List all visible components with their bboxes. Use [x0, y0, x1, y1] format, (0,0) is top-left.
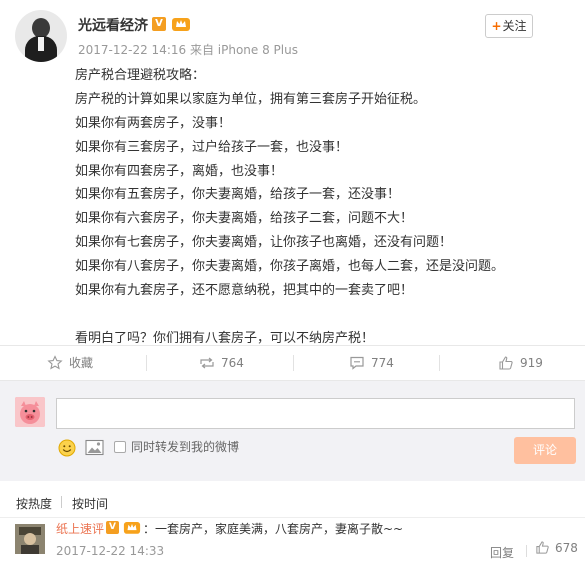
thumbs-up-icon — [499, 356, 513, 370]
post-line: 房产税的计算如果以家庭为单位，拥有第三套房子开始征税。 — [75, 91, 427, 107]
reply-button[interactable]: 回复 — [490, 544, 514, 561]
person-avatar-icon — [15, 524, 45, 554]
repost-button[interactable]: 764 — [199, 346, 244, 380]
post-action-bar: 收藏 764 774 919 — [0, 345, 585, 381]
comment-button[interactable]: 774 — [349, 346, 394, 380]
verified-badge-icon: V — [106, 521, 119, 534]
divider — [526, 545, 527, 557]
comment-icon — [350, 356, 364, 370]
post-line: 如果你有两套房子，没事！ — [75, 115, 232, 131]
verified-badge-icon: V — [152, 17, 166, 31]
comment-item: 纸上速评 V ：一套房产，家庭美满，八套房产，妻离子散~~ 2017-12-22… — [0, 518, 585, 569]
forward-label: 同时转发到我的微博 — [131, 440, 240, 454]
comment-input[interactable] — [56, 398, 575, 429]
divider — [61, 496, 62, 508]
vip-crown-icon[interactable] — [171, 15, 191, 32]
star-icon — [47, 355, 63, 370]
forward-checkbox[interactable] — [114, 441, 126, 453]
emoji-icon[interactable] — [58, 439, 76, 457]
post-line: 如果你有七套房子，你夫妻离婚，让你孩子也离婚，还没有问题！ — [75, 235, 453, 251]
post-line — [75, 303, 565, 327]
commenter-name[interactable]: 纸上速评 — [56, 520, 104, 537]
post-line: 如果你有五套房子，你夫妻离婚，给孩子一套，还没事！ — [75, 187, 401, 203]
image-icon[interactable] — [85, 439, 104, 456]
post-line: 房产税合理避税攻略： — [75, 68, 206, 83]
sort-by-time-tab[interactable]: 按时间 — [72, 495, 108, 512]
author-avatar[interactable] — [15, 10, 67, 62]
sort-by-hot-tab[interactable]: 按热度 — [16, 495, 52, 512]
thumbs-up-icon — [536, 541, 549, 554]
comment-composer: 同时转发到我的微博 评论 — [0, 381, 585, 481]
post-content: 房产税合理避税攻略： 房产税的计算如果以家庭为单位，拥有第三套房子开始征税。 如… — [75, 64, 565, 351]
post-line: 如果你有三套房子，过户给孩子一套，也没事！ — [75, 139, 349, 155]
comment-text: ：一套房产，家庭美满，八套房产，妻离子散~~ — [143, 522, 404, 536]
weibo-post: 光远看经济 V 2017-12-22 14:16 来自 iPhone 8 Plu… — [0, 0, 585, 346]
like-button[interactable]: 919 — [498, 346, 543, 380]
comment-like-button[interactable]: 678 — [535, 540, 578, 555]
comment-sort-bar: 按热度 按时间 — [0, 481, 585, 518]
my-avatar[interactable] — [15, 397, 45, 427]
pig-avatar-icon — [15, 397, 45, 427]
favorite-button[interactable]: 收藏 — [47, 346, 93, 380]
author-name[interactable]: 光远看经济 — [78, 15, 148, 35]
plus-icon: + — [491, 19, 502, 33]
post-line: 如果你有八套房子，你夫妻离婚，你孩子离婚，也每人二套，还是没问题。 — [75, 259, 505, 275]
post-meta: 2017-12-22 14:16 来自 iPhone 8 Plus — [78, 43, 298, 57]
post-line: 如果你有九套房子，还不愿意纳税，把其中的一套卖了吧！ — [75, 283, 414, 299]
commenter-avatar[interactable] — [15, 524, 45, 554]
follow-button[interactable]: +关注 — [485, 14, 533, 38]
comment-time: 2017-12-22 14:33 — [56, 544, 165, 558]
vip-crown-icon[interactable] — [123, 519, 141, 535]
post-line: 如果你有四套房子，离婚，也没事！ — [75, 163, 284, 179]
submit-comment-button[interactable]: 评论 — [514, 437, 576, 464]
repost-icon — [200, 357, 214, 369]
post-line: 如果你有六套房子，你夫妻离婚，给孩子二套，问题不大！ — [75, 211, 414, 227]
